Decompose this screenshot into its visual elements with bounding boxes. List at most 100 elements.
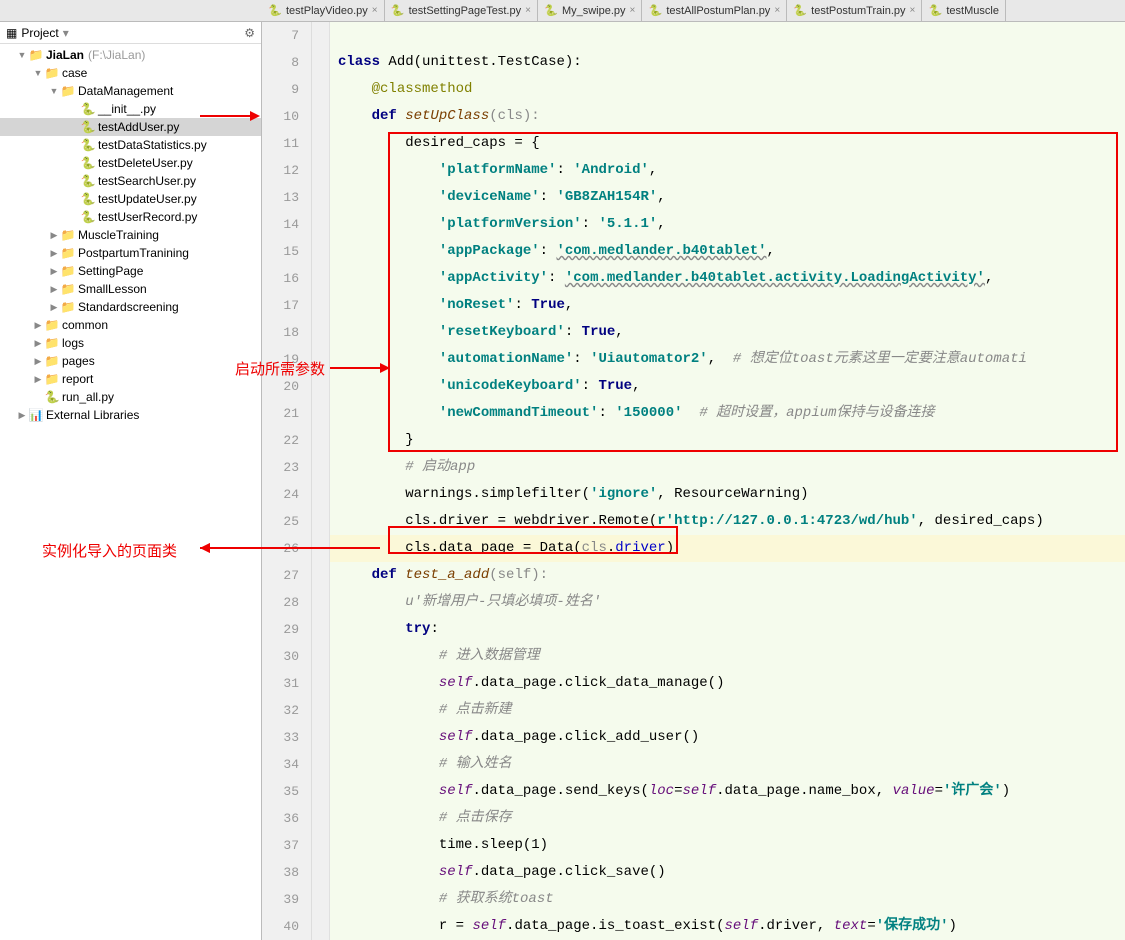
python-icon: 🐍 — [80, 174, 96, 188]
project-panel-title: Project — [21, 26, 58, 40]
gear-icon[interactable]: ⚙ — [244, 26, 255, 40]
folder-icon: 📁 — [60, 300, 76, 314]
tree-file[interactable]: 🐍run_all.py — [0, 388, 261, 406]
tree-folder[interactable]: ▶📁SettingPage — [0, 262, 261, 280]
tree-label: testUserRecord.py — [98, 210, 197, 224]
tree-label: Standardscreening — [78, 300, 179, 314]
tree-folder[interactable]: ▶📁Standardscreening — [0, 298, 261, 316]
tree-label: testDataStatistics.py — [98, 138, 207, 152]
tree-file-selected[interactable]: 🐍testAddUser.py — [0, 118, 261, 136]
tree-label: pages — [62, 354, 95, 368]
chevron-right-icon[interactable]: ▶ — [32, 374, 44, 385]
tree-folder[interactable]: ▶📁report — [0, 370, 261, 388]
tree-label: External Libraries — [46, 408, 139, 422]
tree-label: __init__.py — [98, 102, 156, 116]
tree-label: DataManagement — [78, 84, 173, 98]
tree-label: testUpdateUser.py — [98, 192, 197, 206]
tree-label: testAddUser.py — [98, 120, 179, 134]
python-icon: 🐍 — [80, 192, 96, 206]
code-editor[interactable]: 7891011121314151617181920212223242526272… — [262, 22, 1125, 940]
folder-icon: 📁 — [60, 264, 76, 278]
line-number-gutter: 7891011121314151617181920212223242526272… — [262, 22, 312, 940]
chevron-right-icon[interactable]: ▶ — [32, 320, 44, 331]
folder-icon: 📁 — [60, 246, 76, 260]
chevron-right-icon[interactable]: ▶ — [48, 248, 60, 259]
tree-label: testDeleteUser.py — [98, 156, 193, 170]
tree-file[interactable]: 🐍testDeleteUser.py — [0, 154, 261, 172]
chevron-down-icon[interactable]: ▼ — [16, 50, 28, 60]
project-panel-header[interactable]: ▦ Project ▾ ⚙ — [0, 22, 261, 44]
tree-folder[interactable]: ▶📁logs — [0, 334, 261, 352]
code-content[interactable]: class Add(unittest.TestCase): @classmeth… — [330, 22, 1125, 940]
tab-4[interactable]: 🐍 testPostumTrain.py × — [787, 0, 922, 21]
tab-1[interactable]: 🐍 testSettingPageTest.py× — [385, 0, 538, 21]
folder-icon: 📁 — [44, 336, 60, 350]
tab-label: testAllPostumPlan.py — [666, 5, 770, 17]
tab-label: testPlayVideo.py — [286, 5, 368, 17]
tree-file[interactable]: 🐍testSearchUser.py — [0, 172, 261, 190]
folder-icon: 📁 — [60, 228, 76, 242]
tab-5[interactable]: 🐍testMuscle — [922, 0, 1006, 21]
chevron-right-icon[interactable]: ▶ — [48, 230, 60, 241]
tree-file[interactable]: 🐍testUserRecord.py — [0, 208, 261, 226]
editor-tabs: 🐍 testPlayVideo.py × 🐍 testSettingPageTest.… — [0, 0, 1125, 22]
close-icon[interactable]: × — [525, 5, 531, 16]
tab-3[interactable]: 🐍 testAllPostumPlan.py × — [642, 0, 787, 21]
chevron-down-icon[interactable]: ▼ — [32, 68, 44, 78]
chevron-right-icon[interactable]: ▶ — [32, 338, 44, 349]
tree-file[interactable]: 🐍testDataStatistics.py — [0, 136, 261, 154]
chevron-right-icon[interactable]: ▶ — [32, 356, 44, 367]
dropdown-icon[interactable]: ▾ — [63, 26, 69, 40]
python-icon: 🐍 — [544, 4, 558, 18]
tree-external-libraries[interactable]: ▶📊External Libraries — [0, 406, 261, 424]
gutter-marks — [312, 22, 330, 940]
project-sidebar: ▦ Project ▾ ⚙ ▼ 📁 JiaLan (F:\JiaLan) ▼📁c… — [0, 22, 262, 940]
tree-folder[interactable]: ▶📁PostpartumTranining — [0, 244, 261, 262]
tree-path: (F:\JiaLan) — [88, 48, 145, 62]
tree-label: testSearchUser.py — [98, 174, 196, 188]
python-icon: 🐍 — [391, 4, 405, 18]
tree-label: case — [62, 66, 87, 80]
tree-label: run_all.py — [62, 390, 114, 404]
folder-icon: 📁 — [60, 84, 76, 98]
python-icon: 🐍 — [268, 4, 282, 18]
tree-label: SmallLesson — [78, 282, 147, 296]
python-icon: 🐍 — [80, 120, 96, 134]
close-icon[interactable]: × — [372, 5, 378, 16]
tree-folder-datamgmt[interactable]: ▼📁DataManagement — [0, 82, 261, 100]
library-icon: 📊 — [28, 408, 44, 422]
python-icon: 🐍 — [80, 138, 96, 152]
python-icon: 🐍 — [648, 4, 662, 18]
project-icon: ▦ — [6, 26, 17, 40]
tree-label: MuscleTraining — [78, 228, 159, 242]
python-icon: 🐍 — [80, 210, 96, 224]
close-icon[interactable]: × — [910, 5, 916, 16]
folder-icon: 📁 — [60, 282, 76, 296]
tree-folder[interactable]: ▶📁SmallLesson — [0, 280, 261, 298]
close-icon[interactable]: × — [774, 5, 780, 16]
tree-file[interactable]: 🐍testUpdateUser.py — [0, 190, 261, 208]
tab-label: testSettingPageTest.py — [409, 5, 522, 17]
chevron-right-icon[interactable]: ▶ — [16, 410, 28, 421]
chevron-right-icon[interactable]: ▶ — [48, 302, 60, 313]
tab-0[interactable]: 🐍 testPlayVideo.py × — [262, 0, 385, 21]
tree-folder[interactable]: ▶📁MuscleTraining — [0, 226, 261, 244]
tab-2[interactable]: 🐍My_swipe.py× — [538, 0, 642, 21]
tab-label: testPostumTrain.py — [811, 5, 905, 17]
tree-label: JiaLan — [46, 48, 84, 62]
tree-label: report — [62, 372, 93, 386]
python-icon: 🐍 — [793, 4, 807, 18]
chevron-right-icon[interactable]: ▶ — [48, 284, 60, 295]
tree-folder[interactable]: ▶📁pages — [0, 352, 261, 370]
tree-file[interactable]: 🐍__init__.py — [0, 100, 261, 118]
tab-label: testMuscle — [946, 5, 999, 17]
close-icon[interactable]: × — [630, 5, 636, 16]
tree-root[interactable]: ▼ 📁 JiaLan (F:\JiaLan) — [0, 46, 261, 64]
tree-label: logs — [62, 336, 84, 350]
tree-folder-case[interactable]: ▼📁case — [0, 64, 261, 82]
chevron-right-icon[interactable]: ▶ — [48, 266, 60, 277]
tree-folder[interactable]: ▶📁common — [0, 316, 261, 334]
tree-label: PostpartumTranining — [78, 246, 189, 260]
chevron-down-icon[interactable]: ▼ — [48, 86, 60, 96]
folder-icon: 📁 — [44, 66, 60, 80]
